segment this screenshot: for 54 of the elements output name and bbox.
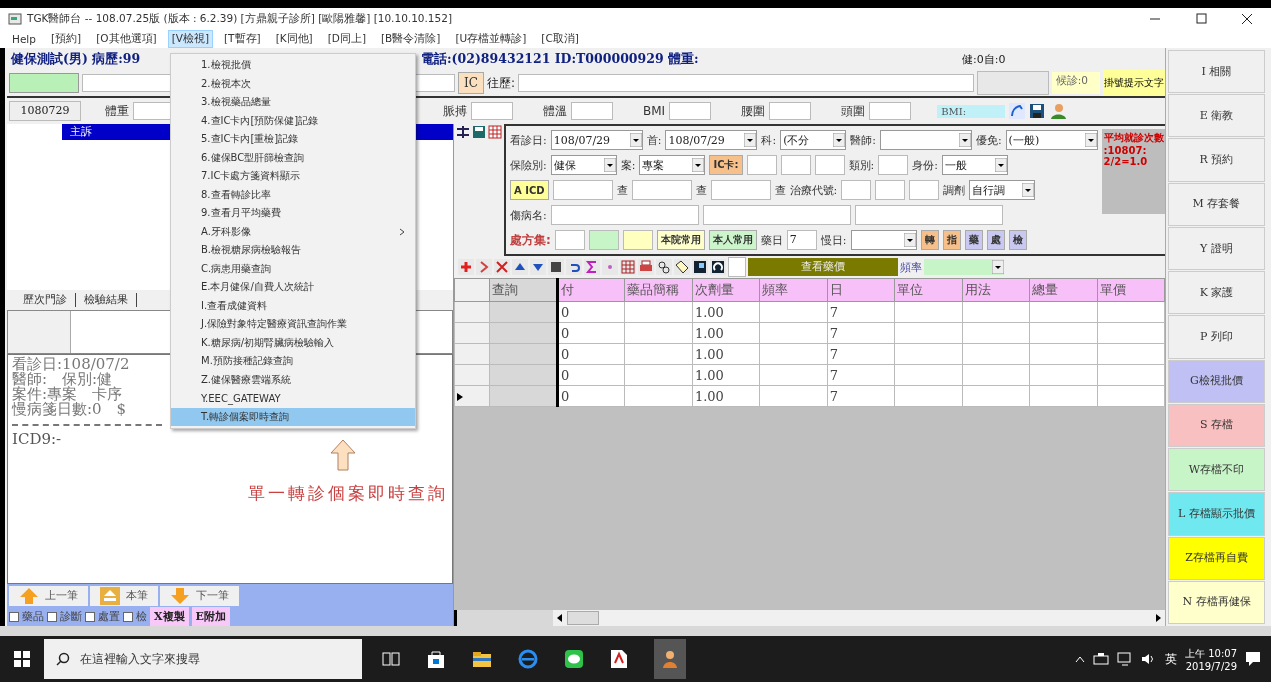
vital-label: 頭圍 (841, 102, 866, 120)
history-label: 往歷: (486, 74, 515, 92)
column-header: 藥品簡稱 (624, 278, 693, 302)
field-label: 醫師: (850, 132, 876, 148)
field-label: 看診日: (510, 132, 547, 148)
waiting-count: 候診:0 (1051, 72, 1100, 94)
visit-counts: 健:0自:0 (962, 51, 1007, 67)
column-header: 總量 (1029, 278, 1097, 302)
field-label: 類別: (848, 157, 875, 173)
field-label: 查 (616, 182, 628, 198)
history-line: 慢病箋日數:0 $ (12, 402, 127, 417)
history-line: 案件:專案 卡序 (12, 387, 123, 402)
column-header: 單位 (894, 278, 963, 302)
field-label: 慢日: (820, 232, 847, 248)
checkbox-label: 藥品 (22, 609, 44, 624)
column-header: 查詢 (489, 278, 558, 302)
frequency-label: 頻率 (900, 259, 922, 275)
field-label: 治療代號: (789, 182, 838, 198)
field-label: 處方集: (510, 231, 551, 249)
vital-label: 體重 (105, 102, 129, 120)
stats-value: :10807: 2/2=1.0 (1103, 145, 1149, 167)
field-label: 藥日 (760, 232, 783, 248)
patient-name: 健保測試(男) 病歷:99 (9, 50, 141, 68)
patient-contact: 電話:(02)89432121 ID:T000000929 體重: (420, 50, 699, 68)
vital-label: 脈搏 (443, 102, 467, 120)
field-label: 調劑 (943, 182, 966, 198)
field-label: 首: (646, 132, 662, 148)
checkbox-label: 處置 (98, 609, 120, 624)
column-header: 用法 (962, 278, 1030, 302)
vital-label: 腰圍 (741, 102, 766, 120)
history-line: 醫師: 保別:健 (12, 372, 113, 387)
field-label: 查 (695, 182, 707, 198)
field-label: 案: (620, 157, 636, 173)
field-label: 身份: (912, 157, 938, 173)
field-label: 保險別: (510, 157, 547, 173)
field-label: 優免: (975, 132, 1002, 148)
field-label: 查 (774, 182, 786, 198)
vital-label: 體溫 (543, 102, 567, 120)
annotation-text: 單一轉診個案即時查詢 (248, 482, 448, 505)
window-title: TGK醫師台 -- 108.07.25版 (版本 : 6.2.39) [方鼎親子診所] [歐陽雅馨] [10.10.10.152] (27, 12, 452, 26)
history-line: 看診日:108/07/2 (12, 357, 130, 372)
field-label: 傷病名: (510, 207, 547, 223)
field-label: 科: (761, 132, 777, 148)
checkbox-label: 診斷 (60, 609, 82, 624)
checkbox-label: 檢 (136, 609, 147, 624)
column-header: 頻率 (759, 278, 828, 302)
icd-line: ICD9:- (12, 432, 62, 447)
column-header: 日 (827, 278, 895, 302)
stats-title: 平均就診次數 (1103, 131, 1165, 145)
column-header: 付 (557, 278, 625, 302)
vital-label: BMI (643, 104, 666, 118)
column-header: 次劑量 (692, 278, 760, 302)
column-header: 單價 (1097, 278, 1165, 302)
bmi-label: BMI: (937, 104, 1006, 118)
